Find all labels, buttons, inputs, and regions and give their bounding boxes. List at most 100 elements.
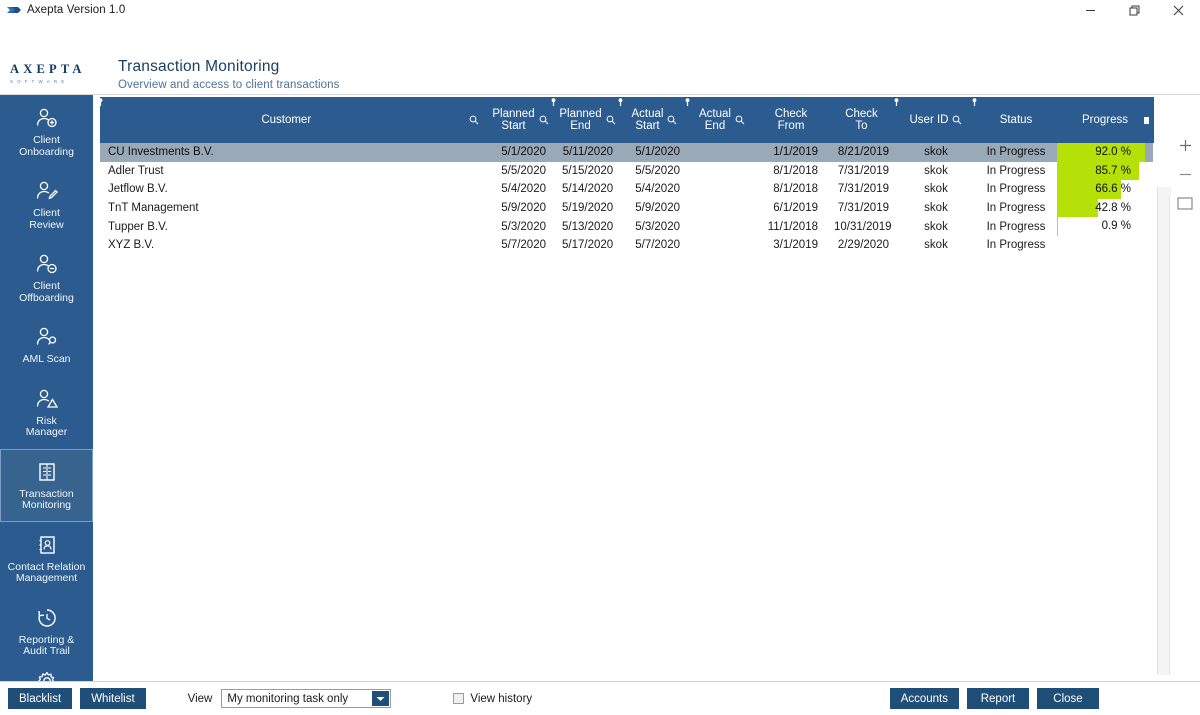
cell-planned_end: 5/17/2020: [562, 239, 614, 252]
cell-progress: 85.7 %: [1057, 161, 1153, 181]
search-icon[interactable]: [667, 115, 677, 125]
column-label: Actual Start: [631, 107, 664, 133]
search-icon[interactable]: [735, 115, 745, 125]
close-icon[interactable]: [1156, 0, 1200, 21]
sidebar-item-label: Client Offboarding: [19, 280, 74, 304]
cell-user_id: skok: [924, 146, 948, 159]
scrollbar-thumb[interactable]: [1158, 187, 1171, 197]
cell-user_id: skok: [924, 164, 948, 177]
column-header-planned-end[interactable]: Planned End: [554, 97, 622, 143]
table-row[interactable]: CU Investments B.V. 5/1/2020 5/11/2020 5/1/…: [100, 143, 1153, 162]
pin-icon[interactable]: [97, 98, 104, 107]
progress-bar: 0.9 %: [1057, 217, 1153, 236]
sidebar-item-client-offboarding[interactable]: Client Offboarding: [0, 241, 93, 314]
logo-text: AXEPTA: [10, 62, 86, 76]
sidebar-item-client-review[interactable]: Client Review: [0, 168, 93, 241]
window-title: Axepta Version 1.0: [27, 4, 126, 16]
cell-progress: [1057, 236, 1153, 255]
checkbox-box[interactable]: [453, 693, 465, 704]
sidebar-item-reporting-audit-trail[interactable]: Reporting & Audit Trail: [0, 595, 93, 668]
cell-check_from: 1/1/2019: [773, 146, 818, 159]
column-label: Check From: [774, 107, 808, 133]
column-header-customer[interactable]: Customer: [97, 97, 488, 143]
transactions-table: Customer Planned Start Planned End Actua…: [97, 97, 1154, 255]
cell-actual_end: [688, 162, 756, 181]
vertical-scrollbar[interactable]: [1157, 187, 1171, 675]
cell-user_id: skok: [924, 220, 948, 233]
table-row[interactable]: Jetflow B.V. 5/4/2020 5/14/2020 5/4/2020 8/1…: [100, 180, 1153, 199]
close-button[interactable]: Close: [1037, 688, 1099, 709]
sidebar-item-label: Contact Relation Management: [7, 560, 86, 584]
search-icon[interactable]: [539, 115, 549, 125]
cell-user_id: skok: [924, 239, 948, 252]
column-header-planned-start[interactable]: Planned Start: [487, 97, 555, 143]
cell-planned_start: 5/1/2020: [501, 146, 546, 159]
contact-book-icon: [3, 533, 90, 557]
progress-value: 66.6 %: [1095, 183, 1131, 196]
report-button[interactable]: Report: [967, 688, 1029, 709]
sidebar-item-label: Client Review: [29, 207, 64, 231]
column-header-check-to[interactable]: Check To: [826, 97, 898, 143]
sidebar-item-transaction-monitoring[interactable]: Transaction Monitoring: [0, 448, 93, 522]
column-label: User ID: [909, 113, 949, 126]
plus-icon[interactable]: [1175, 135, 1195, 155]
search-icon[interactable]: [952, 115, 962, 125]
minus-icon[interactable]: [1175, 164, 1195, 184]
cell-check_from: 6/1/2019: [773, 202, 818, 215]
cell-status: In Progress: [986, 220, 1046, 233]
table-row[interactable]: Tupper B.V. 5/3/2020 5/13/2020 5/3/2020 11/1…: [100, 217, 1153, 236]
whitelist-button[interactable]: Whitelist: [80, 688, 146, 709]
table-row[interactable]: TnT Management 5/9/2020 5/19/2020 5/9/2020 6…: [100, 198, 1153, 218]
column-header-progress[interactable]: Progress: [1057, 97, 1154, 143]
cell-status: In Progress: [986, 202, 1046, 215]
column-header-check-from[interactable]: Check From: [756, 97, 827, 143]
progress-bar: 66.6 %: [1057, 180, 1153, 199]
view-select[interactable]: My monitoring task only: [221, 689, 392, 708]
logo-subtext: SOFTWARE: [10, 79, 69, 84]
cell-progress: 42.8 %: [1057, 198, 1153, 218]
column-header-actual-start[interactable]: Actual Start: [621, 97, 689, 143]
sidebar-item-client-onboarding[interactable]: Client Onboarding: [0, 95, 93, 168]
cell-planned_end: 5/19/2020: [562, 202, 614, 215]
progress-bar: 85.7 %: [1057, 161, 1153, 181]
cell-actual_end: [688, 199, 756, 218]
column-label: Planned End: [559, 107, 602, 133]
cell-check_to: 7/31/2019: [837, 164, 889, 177]
rectangle-icon[interactable]: [1175, 193, 1195, 213]
cell-planned_start: 5/4/2020: [501, 183, 546, 196]
column-label: Status: [999, 113, 1033, 126]
user-warning-icon: [3, 387, 90, 411]
chevron-down-icon[interactable]: [372, 691, 390, 706]
column-header-user-id[interactable]: User ID: [897, 97, 976, 143]
cell-planned_start: 5/5/2020: [501, 164, 546, 177]
sidebar-item-risk-manager[interactable]: Risk Manager: [0, 376, 93, 449]
table-row[interactable]: Adler Trust 5/5/2020 5/15/2020 5/5/2020 8/1/…: [100, 161, 1153, 181]
cell-actual_start: 5/3/2020: [635, 220, 680, 233]
column-resize-handle[interactable]: [1143, 117, 1149, 124]
window-controls: [1068, 0, 1200, 21]
cell-actual_end: [688, 236, 756, 255]
table-row[interactable]: XYZ B.V. 5/7/2020 5/17/2020 5/7/2020 3/1/201…: [100, 235, 1153, 255]
window-title-bar: Axepta Version 1.0: [0, 0, 1200, 21]
blacklist-button[interactable]: Blacklist: [8, 688, 73, 709]
sidebar-item-contact-relation-management[interactable]: Contact Relation Management: [0, 522, 93, 595]
column-header-status[interactable]: Status: [975, 97, 1058, 143]
restore-icon[interactable]: [1112, 0, 1156, 21]
table-body: CU Investments B.V. 5/1/2020 5/11/2020 5/1/…: [100, 143, 1153, 255]
column-header-actual-end[interactable]: Actual End: [688, 97, 757, 143]
view-history-checkbox[interactable]: View history: [453, 693, 532, 705]
search-icon[interactable]: [606, 115, 616, 125]
accounts-button[interactable]: Accounts: [889, 688, 959, 709]
footer-toolbar: Blacklist Whitelist View My monitoring t…: [0, 681, 1107, 715]
search-icon[interactable]: [469, 115, 479, 125]
cell-status: In Progress: [986, 239, 1046, 252]
view-label: View: [187, 692, 213, 705]
main-content: Customer Planned Start Planned End Actua…: [93, 95, 1200, 715]
page-subtitle: Overview and access to client transactio…: [118, 79, 340, 91]
user-add-icon: [3, 106, 90, 130]
sidebar: Client Onboarding Client Review Client O…: [0, 95, 93, 715]
sidebar-item-aml-scan[interactable]: AML Scan: [0, 314, 93, 376]
sidebar-item-label: Risk Manager: [25, 414, 68, 438]
minimize-icon[interactable]: [1068, 0, 1112, 21]
column-label: Planned Start: [492, 107, 535, 133]
